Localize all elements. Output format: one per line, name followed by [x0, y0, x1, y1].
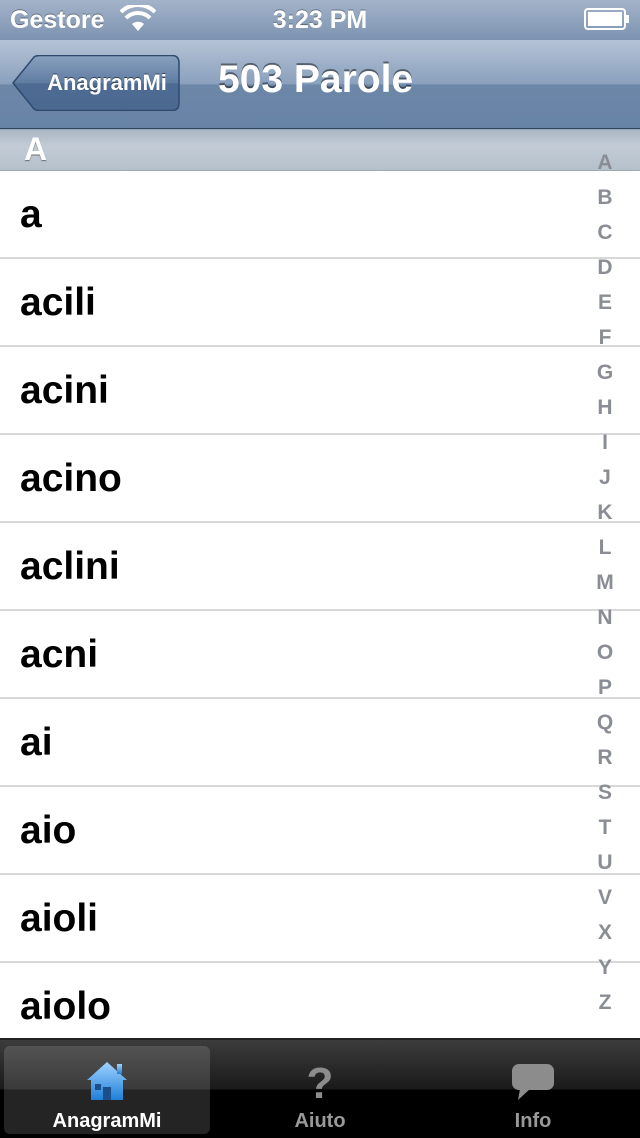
- speech-bubble-icon: [512, 1064, 554, 1100]
- tab-aiuto[interactable]: ? Aiuto: [217, 1046, 423, 1134]
- navigation-bar: AnagramMi 503 Parole: [0, 40, 640, 129]
- status-bar: Gestore 3:23 PM: [0, 0, 640, 40]
- list-item[interactable]: acini: [0, 347, 640, 435]
- list-item[interactable]: acni: [0, 611, 640, 699]
- list-item-label: aioli: [20, 897, 99, 940]
- section-index-letter[interactable]: E: [588, 290, 622, 325]
- section-index-letter[interactable]: J: [588, 465, 622, 500]
- section-index-letter[interactable]: V: [588, 885, 622, 920]
- section-index-letter[interactable]: Q: [588, 710, 622, 745]
- list-item-label: ai: [20, 721, 53, 764]
- list-item-label: acni: [20, 633, 99, 676]
- tab-info[interactable]: Info: [430, 1046, 636, 1134]
- section-index-letter[interactable]: Y: [588, 955, 622, 990]
- tab-bar: AnagramMi ? Aiuto Info: [0, 1038, 640, 1138]
- section-index-letter[interactable]: A: [588, 150, 622, 185]
- list-item[interactable]: ai: [0, 699, 640, 787]
- section-index-letter[interactable]: X: [588, 920, 622, 955]
- list-item-label: aclini: [20, 545, 120, 588]
- section-header: A: [0, 129, 640, 171]
- tab-label: AnagramMi: [52, 1110, 162, 1132]
- list-item[interactable]: acino: [0, 435, 640, 523]
- home-icon: [87, 1062, 127, 1100]
- tab-label: Info: [514, 1110, 552, 1132]
- back-button-label: AnagramMi: [47, 70, 167, 95]
- section-index-letter[interactable]: C: [588, 220, 622, 255]
- section-header-label: A: [24, 131, 48, 167]
- section-index-letter[interactable]: T: [588, 815, 622, 850]
- section-index-letter[interactable]: N: [588, 605, 622, 640]
- section-index[interactable]: ABCDEFGHIJKLMNOPQRSTUVXYZ: [588, 150, 622, 1025]
- section-index-letter[interactable]: H: [588, 395, 622, 430]
- section-index-letter[interactable]: M: [588, 570, 622, 605]
- page-title: 503 Parole: [218, 58, 414, 101]
- list-item[interactable]: a: [0, 171, 640, 259]
- tab-label: Aiuto: [294, 1110, 346, 1132]
- section-index-letter[interactable]: L: [588, 535, 622, 570]
- section-index-letter[interactable]: D: [588, 255, 622, 290]
- section-index-letter[interactable]: B: [588, 185, 622, 220]
- list-item-label: aio: [20, 809, 77, 852]
- list-item-label: acini: [20, 369, 109, 412]
- section-index-letter[interactable]: P: [588, 675, 622, 710]
- question-icon: ?: [307, 1059, 334, 1106]
- section-index-letter[interactable]: Z: [588, 990, 622, 1025]
- section-index-letter[interactable]: I: [588, 430, 622, 465]
- tab-anagrammi[interactable]: AnagramMi: [4, 1046, 210, 1134]
- list-item-label: acili: [20, 281, 96, 324]
- list-item[interactable]: aioli: [0, 875, 640, 963]
- list-item-label: acino: [20, 457, 122, 500]
- back-button[interactable]: AnagramMi: [12, 55, 180, 111]
- section-index-letter[interactable]: R: [588, 745, 622, 780]
- section-index-letter[interactable]: S: [588, 780, 622, 815]
- section-index-letter[interactable]: G: [588, 360, 622, 395]
- section-index-letter[interactable]: U: [588, 850, 622, 885]
- battery-icon: [584, 8, 629, 30]
- list-item-label: a: [20, 193, 42, 236]
- section-index-letter[interactable]: K: [588, 500, 622, 535]
- list-item[interactable]: aclini: [0, 523, 640, 611]
- status-clock: 3:23 PM: [272, 6, 368, 34]
- section-index-letter[interactable]: F: [588, 325, 622, 360]
- svg-text:?: ?: [307, 1059, 334, 1106]
- section-index-letter[interactable]: O: [588, 640, 622, 675]
- list-item[interactable]: aio: [0, 787, 640, 875]
- word-list: a acili acini acino aclini acni ai aio aioli aiol…: [0, 171, 640, 1051]
- list-item[interactable]: acili: [0, 259, 640, 347]
